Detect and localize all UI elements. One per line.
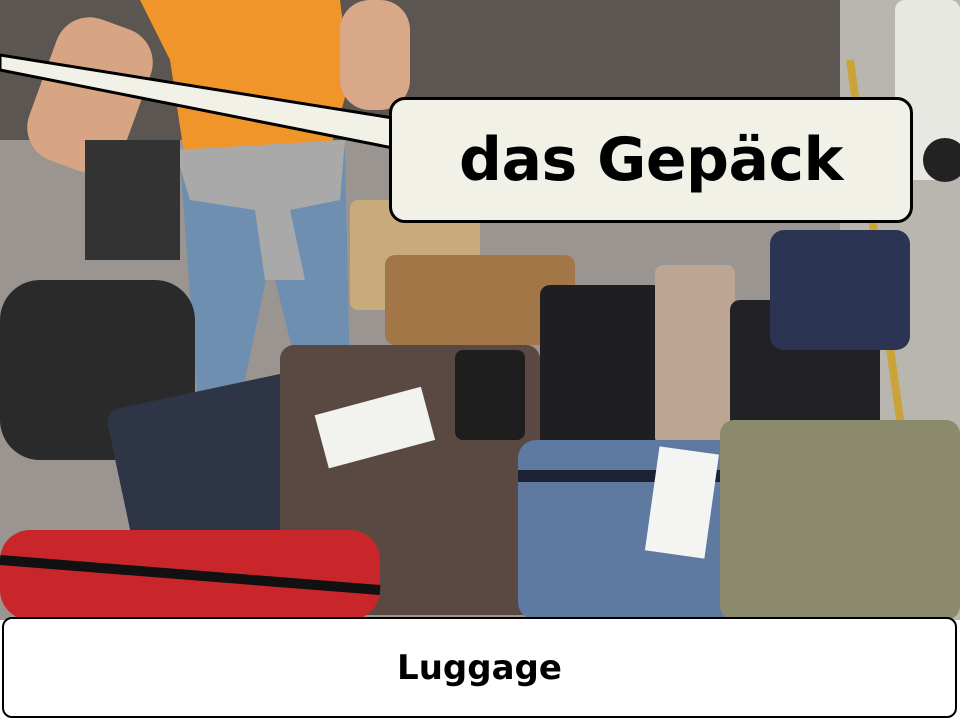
english-translation-label: Luggage (397, 647, 562, 688)
person-left-shorts (85, 140, 180, 260)
olive-suitcase (720, 420, 960, 620)
speech-bubble: das Gepäck (389, 97, 913, 223)
patterned-bag (655, 265, 735, 445)
navy-suitcase-right (770, 230, 910, 350)
person-arm-right (340, 0, 410, 110)
german-word-label: das Gepäck (459, 125, 843, 195)
suitcase-handle (455, 350, 525, 440)
caption-box: Luggage (2, 617, 957, 718)
